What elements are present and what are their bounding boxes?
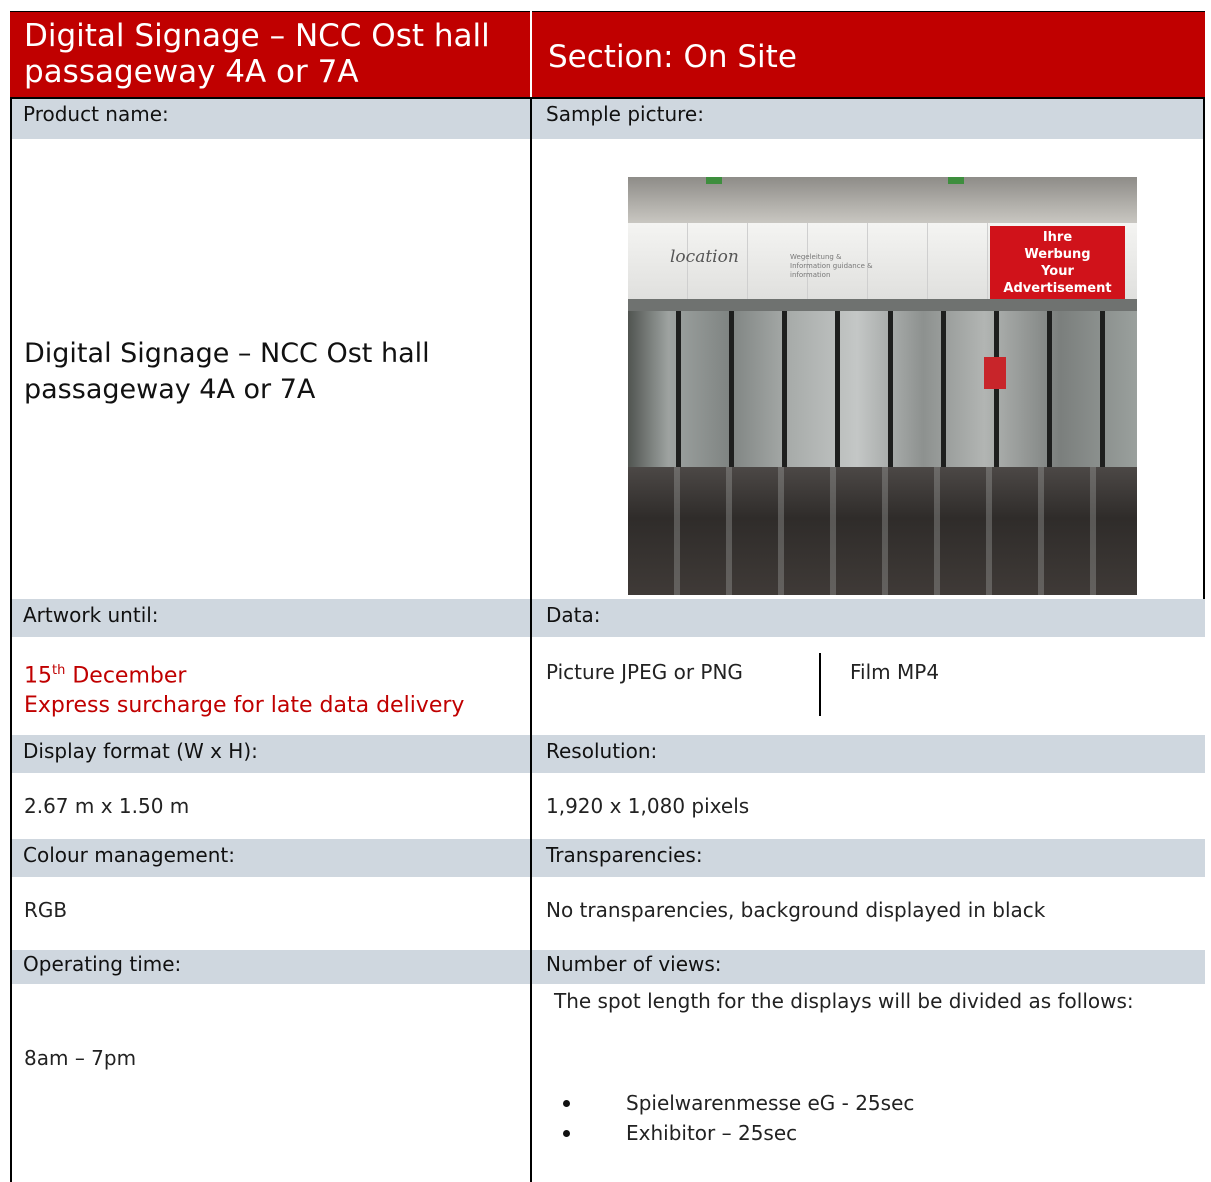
views-list-item: Spielwarenmesse eG - 25sec <box>554 1088 1174 1118</box>
views-intro: The spot length for the displays will be… <box>554 989 1134 1013</box>
photo-ad-line: Werbung <box>1024 247 1091 262</box>
column-divider <box>530 97 532 1182</box>
header-rule <box>10 97 1205 99</box>
product-name-label: Product name: <box>10 97 530 139</box>
header-section-cell: Section: On Site <box>532 11 1205 97</box>
views-list-item: Exhibitor – 25sec <box>554 1118 1174 1148</box>
data-label: Data: <box>532 599 1205 637</box>
views-list: Spielwarenmesse eG - 25sec Exhibitor – 2… <box>554 1088 1174 1148</box>
exit-sign-icon <box>948 177 964 184</box>
exit-sign-icon <box>706 177 722 184</box>
colour-management-value: RGB <box>24 898 68 922</box>
section-title: Section: On Site <box>548 39 797 75</box>
photo-ad-line: Advertisement <box>1003 281 1112 296</box>
photo-ad-line: Your <box>1041 264 1074 279</box>
photo-brand-subtext: Wegeleitung & Information guidance & inf… <box>790 253 873 279</box>
artwork-label: Artwork until: <box>10 599 530 637</box>
colour-management-label: Colour management: <box>10 839 530 877</box>
transparencies-value: No transparencies, background displayed … <box>546 898 1046 922</box>
product-sheet: Digital Signage – NCC Ost hall passagewa… <box>10 11 1205 1182</box>
sample-picture: location Wegeleitung & Information guida… <box>628 177 1137 595</box>
data-film-format: Film MP4 <box>850 660 940 684</box>
photo-beam <box>628 299 1137 311</box>
resolution-value: 1,920 x 1,080 pixels <box>546 794 750 818</box>
resolution-label: Resolution: <box>532 735 1205 773</box>
artwork-month: December <box>65 663 187 689</box>
artwork-note: Express surcharge for late data delivery <box>24 693 465 719</box>
artwork-deadline: 15th December Express surcharge for late… <box>24 656 524 721</box>
header-title-cell: Digital Signage – NCC Ost hall passagewa… <box>10 11 530 97</box>
left-border <box>10 97 12 1182</box>
header-title: Digital Signage – NCC Ost hall passagewa… <box>24 18 490 90</box>
photo-brand-text: location <box>670 247 739 267</box>
display-format-label: Display format (W x H): <box>10 735 530 773</box>
operating-time-value: 8am – 7pm <box>24 1046 137 1070</box>
data-format-divider <box>819 653 821 716</box>
right-border <box>1203 97 1205 599</box>
photo-ad-panel: Ihre Werbung Your Advertisement <box>990 226 1125 300</box>
display-format-value: 2.67 m x 1.50 m <box>24 794 190 818</box>
sample-picture-label: Sample picture: <box>532 97 1205 139</box>
product-name-value: Digital Signage – NCC Ost hall passagewa… <box>24 338 430 405</box>
photo-door-frames <box>628 311 1137 467</box>
transparencies-label: Transparencies: <box>532 839 1205 877</box>
operating-time-label: Operating time: <box>10 950 530 984</box>
artwork-day: 15 <box>24 663 52 689</box>
number-of-views-label: Number of views: <box>532 950 1205 984</box>
data-picture-format: Picture JPEG or PNG <box>546 660 743 684</box>
photo-ad-line: Ihre <box>1042 230 1073 245</box>
artwork-day-suffix: th <box>52 663 66 678</box>
photo-floor-reflection <box>628 467 1137 595</box>
photo-red-sign <box>984 357 1006 389</box>
